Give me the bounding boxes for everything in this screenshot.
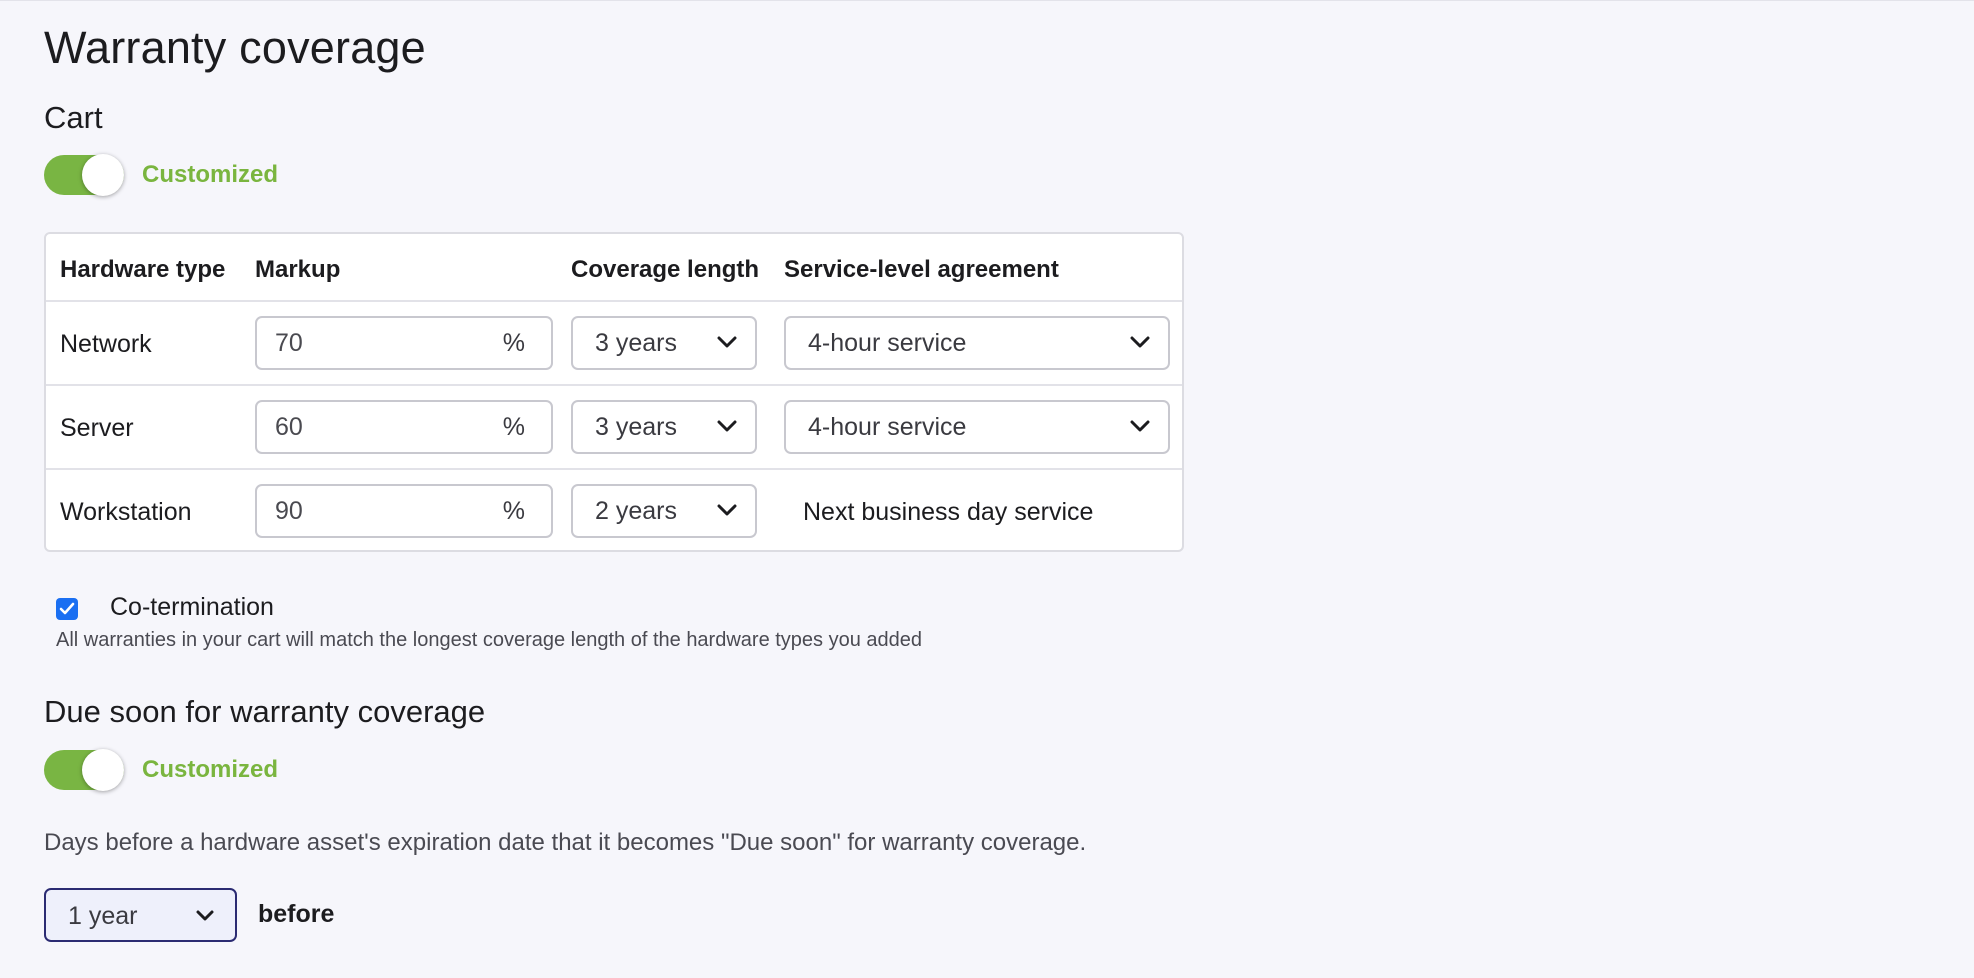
chevron-down-icon <box>717 503 737 517</box>
header-coverage-length: Coverage length <box>571 256 760 283</box>
markup-input[interactable]: 60 % <box>255 400 553 454</box>
chevron-down-icon <box>195 909 215 923</box>
percent-suffix: % <box>502 328 525 357</box>
coverage-length-select[interactable]: 3 years <box>571 400 757 454</box>
markup-value: 70 <box>275 328 303 357</box>
due-soon-customized-toggle-row: Customized <box>44 748 278 792</box>
cart-customized-toggle[interactable] <box>44 154 124 196</box>
cart-customized-label: Customized <box>142 161 279 188</box>
due-soon-customized-label: Customized <box>142 756 279 783</box>
percent-suffix: % <box>502 496 525 525</box>
top-divider <box>0 0 1974 1</box>
markup-value: 60 <box>275 412 303 441</box>
cotermination-label: Co-termination <box>110 593 274 621</box>
coverage-length-value: 3 years <box>595 328 677 357</box>
percent-suffix: % <box>502 412 525 441</box>
row-hardware-type: Network <box>60 330 152 358</box>
sla-select[interactable]: 4-hour service <box>784 400 1170 454</box>
row-divider <box>46 384 1182 386</box>
header-divider <box>46 300 1182 302</box>
row-divider <box>46 468 1182 470</box>
due-soon-customized-toggle[interactable] <box>44 749 124 791</box>
toggle-knob <box>82 154 124 196</box>
coverage-length-value: 3 years <box>595 412 677 441</box>
sla-static-text: Next business day service <box>803 498 1094 526</box>
due-soon-period-value: 1 year <box>68 902 138 930</box>
due-soon-period-select[interactable]: 1 year <box>44 888 237 942</box>
markup-input[interactable]: 70 % <box>255 316 553 370</box>
chevron-down-icon <box>1130 335 1150 349</box>
markup-value: 90 <box>275 496 303 525</box>
markup-input[interactable]: 90 % <box>255 484 553 538</box>
header-hardware-type: Hardware type <box>60 256 226 283</box>
row-hardware-type: Workstation <box>60 498 192 526</box>
page-title: Warranty coverage <box>44 22 426 73</box>
warranty-table: Hardware type Markup Coverage length Ser… <box>44 232 1184 552</box>
chevron-down-icon <box>717 419 737 433</box>
cart-section-title: Cart <box>44 100 103 135</box>
before-label: before <box>258 900 335 928</box>
header-sla: Service-level agreement <box>784 256 1059 283</box>
cotermination-help-text: All warranties in your cart will match t… <box>56 629 923 651</box>
coverage-length-value: 2 years <box>595 496 677 525</box>
chevron-down-icon <box>717 335 737 349</box>
toggle-knob <box>82 749 124 791</box>
checkmark-icon <box>59 602 75 615</box>
coverage-length-select[interactable]: 2 years <box>571 484 757 538</box>
header-markup: Markup <box>255 256 341 283</box>
due-soon-section-title: Due soon for warranty coverage <box>44 694 486 729</box>
due-soon-description: Days before a hardware asset's expiratio… <box>44 829 1087 856</box>
coverage-length-select[interactable]: 3 years <box>571 316 757 370</box>
sla-select[interactable]: 4-hour service <box>784 316 1170 370</box>
cart-customized-toggle-row: Customized <box>44 153 278 197</box>
chevron-down-icon <box>1130 419 1150 433</box>
sla-value: 4-hour service <box>808 412 967 441</box>
row-hardware-type: Server <box>60 414 134 442</box>
sla-value: 4-hour service <box>808 328 967 357</box>
cotermination-checkbox[interactable] <box>56 598 78 620</box>
